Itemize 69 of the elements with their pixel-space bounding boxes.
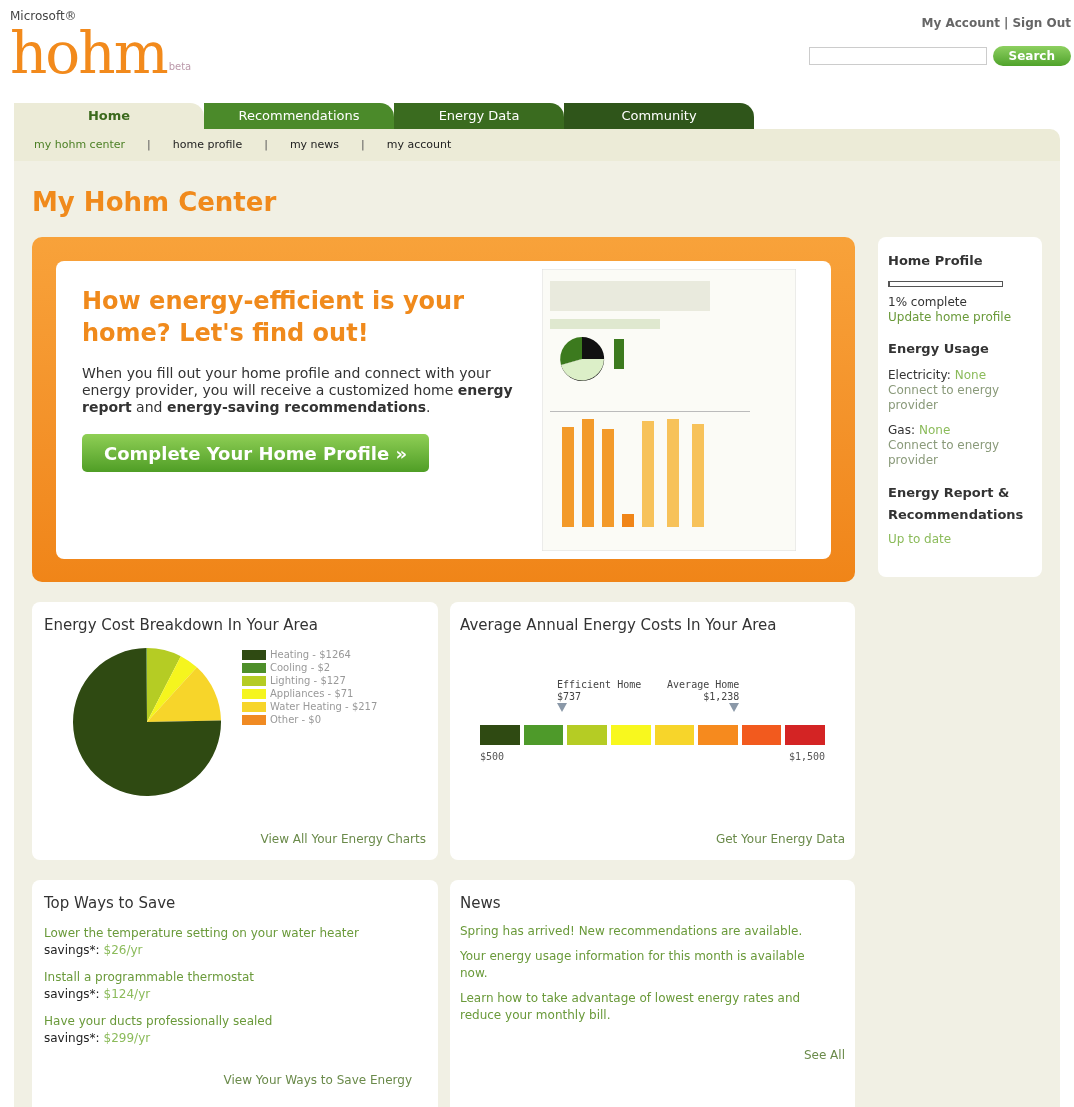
energy-data-link[interactable]: Get Your Energy Data (715, 830, 845, 848)
energy-charts-link[interactable]: View All Your Energy Charts (260, 830, 426, 848)
tip-link[interactable]: Have your ducts professionally sealed (44, 1012, 426, 1030)
usage-label: Electricity: (888, 368, 951, 383)
connect-provider-link[interactable]: Connect to energy provider (888, 383, 1032, 413)
savings-value: $299/yr (103, 1029, 151, 1047)
subnav-link[interactable]: my account (386, 136, 452, 154)
usage-label: Gas: (888, 423, 915, 438)
marker-arrow-icon (556, 702, 567, 712)
card-title: News (460, 893, 502, 914)
beta-label: beta (168, 60, 192, 74)
marker-label: Average Home (667, 678, 740, 691)
tip-link[interactable]: Install a programmable thermostat (44, 968, 426, 986)
separator-text: | (147, 136, 151, 153)
progress-text: 1% complete (888, 294, 968, 310)
legend-label: Appliances - $71 (270, 687, 354, 700)
search-field[interactable] (808, 47, 987, 65)
savings-label: savings*: (44, 941, 100, 959)
marker-value: $1,238 (703, 690, 740, 703)
nav-tab[interactable]: Home (14, 103, 204, 129)
usage-value: None (954, 368, 987, 383)
scale-max-label: $1,500 (788, 749, 825, 764)
marker-value: $737 (556, 690, 583, 703)
separator-text: | (361, 136, 365, 153)
sign-out-link[interactable]: Sign Out (1012, 14, 1071, 32)
legend-label: Other - $0 (270, 713, 322, 726)
savings-value: $26/yr (103, 941, 143, 959)
news-link[interactable]: Your energy usage information for this month is available now. (460, 947, 845, 982)
separator-text: | (264, 136, 268, 153)
news-link[interactable]: Learn how to take advantage of lowest energy rates and reduce your monthly bill. (460, 989, 845, 1024)
nav-tab[interactable]: Energy Data (394, 103, 564, 129)
ways-to-save-link[interactable]: View Your Ways to Save Energy (223, 1070, 412, 1089)
sidebar-heading: Home Profile (888, 252, 984, 270)
card-title: Energy Cost Breakdown In Your Area (44, 615, 319, 636)
logo[interactable]: hohm (10, 22, 167, 84)
card-title: Average Annual Energy Costs In Your Area (460, 615, 778, 636)
news-link[interactable]: Spring has arrived! New recommendations are available. (460, 922, 845, 940)
sidebar-heading: Energy Usage (888, 339, 990, 358)
search-button[interactable]: Search (992, 46, 1071, 66)
brand-text: Microsoft® (10, 10, 78, 22)
marker-label: Efficient Home (556, 678, 642, 691)
account-link[interactable]: My Account (921, 14, 1001, 32)
legend-label: Water Heating - $217 (270, 700, 378, 713)
scale-min-label: $500 (480, 749, 505, 764)
usage-value: None (918, 423, 951, 438)
sidebar-heading: Energy Report & Recommendations (888, 484, 1025, 524)
report-status: Up to date (888, 531, 953, 548)
subnav-link[interactable]: home profile (172, 136, 243, 154)
legend-label: Heating - $1264 (270, 648, 351, 661)
card-title: Top Ways to Save (44, 893, 177, 914)
savings-value: $124/yr (103, 985, 151, 1003)
see-all-link[interactable]: See All (803, 1045, 845, 1064)
legend-label: Lighting - $127 (270, 674, 346, 687)
connect-provider-link[interactable]: Connect to energy provider (888, 438, 1032, 468)
separator-text: | (1004, 15, 1009, 32)
subnav-link[interactable]: my news (289, 136, 340, 154)
nav-tab[interactable]: Community (564, 103, 754, 129)
legend-label: Cooling - $2 (270, 661, 331, 674)
complete-profile-button[interactable]: Complete Your Home Profile » (82, 434, 430, 472)
savings-label: savings*: (44, 985, 100, 1003)
page-title: My Hohm Center (32, 187, 278, 217)
tip-link[interactable]: Lower the temperature setting on your water heater (44, 924, 426, 942)
hero-title: How energy-efficient is your home? Let's find out! (82, 286, 465, 349)
update-profile-link[interactable]: Update home profile (888, 309, 1032, 325)
marker-arrow-icon (729, 702, 740, 712)
nav-tab[interactable]: Recommendations (204, 103, 394, 129)
subnav-link[interactable]: my hohm center (34, 136, 125, 154)
savings-label: savings*: (44, 1029, 100, 1047)
hero-description: When you fill out your home profile and connect with your energy provider, you will receive a customized home energy report and energy-saving recommendations. (82, 365, 514, 416)
